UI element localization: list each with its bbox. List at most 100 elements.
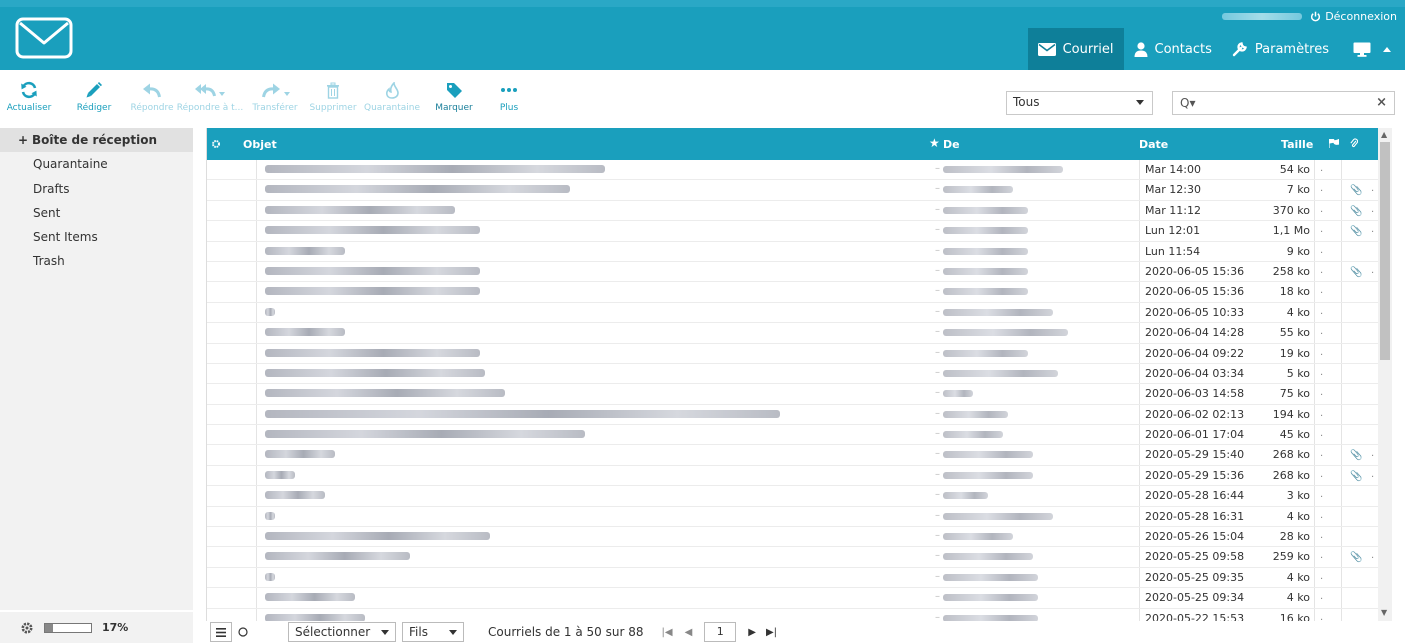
- row-select-cell[interactable]: [207, 567, 257, 588]
- threads-dropdown[interactable]: Fils: [402, 622, 464, 642]
- table-row[interactable]: – 2020-06-05 10:33 4 ko.: [207, 302, 1378, 324]
- row-select-cell[interactable]: [207, 486, 257, 506]
- table-row[interactable]: – 2020-05-29 15:36 268 ko. 📎.: [207, 465, 1378, 487]
- folder-trash[interactable]: Trash: [0, 249, 193, 273]
- table-row[interactable]: – Lun 12:01 1,1 Mo. 📎.: [207, 221, 1378, 242]
- table-row[interactable]: – 2020-06-05 15:36 258 ko. 📎.: [207, 261, 1378, 283]
- nav-courriel[interactable]: Courriel: [1027, 28, 1124, 70]
- row-flag-cell[interactable]: [1314, 425, 1342, 445]
- row-select-cell[interactable]: [207, 384, 257, 404]
- row-flag-cell[interactable]: [1314, 384, 1342, 404]
- table-row[interactable]: – 2020-06-03 14:58 75 ko.: [207, 384, 1378, 405]
- row-select-cell[interactable]: [207, 343, 257, 363]
- table-row[interactable]: – 2020-06-04 03:34 5 ko.: [207, 363, 1378, 385]
- row-select-cell[interactable]: [207, 241, 257, 261]
- row-flag-cell[interactable]: [1314, 486, 1342, 506]
- table-row[interactable]: – Mar 12:30 7 ko. 📎.: [207, 180, 1378, 201]
- row-select-cell[interactable]: [207, 261, 257, 282]
- table-row[interactable]: – 2020-06-04 09:22 19 ko.: [207, 343, 1378, 364]
- nav-display-menu[interactable]: [1339, 28, 1405, 70]
- refresh-button[interactable]: Actualiser: [4, 78, 54, 122]
- scroll-thumb[interactable]: [1380, 142, 1390, 360]
- table-row[interactable]: – 2020-05-25 09:34 4 ko.: [207, 588, 1378, 609]
- folder-sent[interactable]: Sent: [0, 201, 193, 225]
- row-flag-cell[interactable]: [1314, 527, 1342, 547]
- scroll-up-icon[interactable]: ▲: [1381, 130, 1387, 139]
- page-number-input[interactable]: 1: [704, 622, 737, 642]
- row-flag-cell[interactable]: [1314, 567, 1342, 588]
- row-flag-cell[interactable]: [1314, 363, 1342, 384]
- more-button[interactable]: Plus: [492, 78, 526, 122]
- row-select-cell[interactable]: [207, 200, 257, 221]
- row-select-cell[interactable]: [207, 608, 257, 621]
- nav-parametres[interactable]: Paramètres: [1222, 28, 1339, 70]
- scroll-down-icon[interactable]: ▼: [1381, 608, 1387, 617]
- row-flag-cell[interactable]: [1314, 221, 1342, 241]
- row-select-cell[interactable]: [207, 445, 257, 465]
- row-flag-cell[interactable]: [1314, 404, 1342, 425]
- mark-button[interactable]: Marquer: [430, 78, 478, 122]
- row-flag-cell[interactable]: [1314, 200, 1342, 221]
- delete-button[interactable]: Supprimer: [308, 78, 358, 122]
- table-row[interactable]: – 2020-05-22 15:53 16 ko.: [207, 608, 1378, 621]
- first-page-icon[interactable]: |◀: [662, 627, 673, 638]
- row-flag-cell[interactable]: [1314, 180, 1342, 200]
- folder-inbox[interactable]: + Boîte de réception: [0, 128, 193, 153]
- folder-drafts[interactable]: Drafts: [0, 177, 193, 201]
- column-date[interactable]: Date: [1139, 138, 1168, 151]
- mail-logo-icon[interactable]: [15, 17, 73, 59]
- row-select-cell[interactable]: [207, 547, 257, 567]
- table-row[interactable]: – 2020-06-04 14:28 55 ko.: [207, 323, 1378, 344]
- table-row[interactable]: – 2020-05-25 09:58 259 ko. 📎.: [207, 547, 1378, 568]
- reply-button[interactable]: Répondre: [128, 78, 176, 122]
- folder-sent-items[interactable]: Sent Items: [0, 225, 193, 249]
- row-select-cell[interactable]: [207, 425, 257, 445]
- table-row[interactable]: – 2020-06-01 17:04 45 ko.: [207, 425, 1378, 446]
- list-options-gear-icon[interactable]: [211, 139, 221, 149]
- select-dropdown[interactable]: Sélectionner: [288, 622, 396, 642]
- row-flag-cell[interactable]: [1314, 588, 1342, 608]
- filter-select[interactable]: Tous: [1006, 91, 1153, 115]
- nav-contacts[interactable]: Contacts: [1124, 28, 1222, 70]
- row-flag-cell[interactable]: [1314, 506, 1342, 527]
- row-select-cell[interactable]: [207, 506, 257, 527]
- row-select-cell[interactable]: [207, 404, 257, 425]
- column-size[interactable]: Taille: [1281, 138, 1313, 151]
- table-row[interactable]: – 2020-05-28 16:44 3 ko.: [207, 486, 1378, 507]
- table-row[interactable]: – Mar 11:12 370 ko. 📎.: [207, 200, 1378, 222]
- logout-button[interactable]: Déconnexion: [1310, 10, 1397, 23]
- row-select-cell[interactable]: [207, 302, 257, 323]
- table-row[interactable]: – 2020-05-28 16:31 4 ko.: [207, 506, 1378, 528]
- row-select-cell[interactable]: [207, 588, 257, 608]
- prev-page-icon[interactable]: ◀: [685, 627, 693, 638]
- folder-quarantine[interactable]: Quarantaine: [0, 152, 193, 176]
- message-list-scrollbar[interactable]: ▲ ▼: [1378, 128, 1392, 621]
- gear-icon[interactable]: [20, 621, 34, 635]
- row-flag-cell[interactable]: [1314, 282, 1342, 302]
- row-select-cell[interactable]: [207, 323, 257, 343]
- last-page-icon[interactable]: ▶|: [766, 627, 777, 638]
- next-page-icon[interactable]: ▶: [748, 627, 756, 638]
- row-flag-cell[interactable]: [1314, 261, 1342, 282]
- reply-all-button[interactable]: Répondre à t...: [177, 78, 243, 122]
- row-select-cell[interactable]: [207, 160, 257, 180]
- threads-view-button[interactable]: [232, 627, 254, 637]
- row-flag-cell[interactable]: [1314, 547, 1342, 567]
- table-row[interactable]: – 2020-05-25 09:35 4 ko.: [207, 567, 1378, 589]
- row-flag-cell[interactable]: [1314, 323, 1342, 343]
- row-select-cell[interactable]: [207, 180, 257, 200]
- table-row[interactable]: – 2020-05-29 15:40 268 ko. 📎.: [207, 445, 1378, 466]
- table-row[interactable]: – Mar 14:00 54 ko.: [207, 160, 1378, 181]
- table-row[interactable]: – Lun 11:54 9 ko.: [207, 241, 1378, 262]
- table-row[interactable]: – 2020-06-02 02:13 194 ko.: [207, 404, 1378, 426]
- row-flag-cell[interactable]: [1314, 302, 1342, 323]
- attachment-column-icon[interactable]: [1350, 138, 1358, 149]
- list-view-button[interactable]: [210, 622, 232, 642]
- row-flag-cell[interactable]: [1314, 445, 1342, 465]
- search-input[interactable]: Q▾ ×: [1172, 91, 1395, 115]
- table-row[interactable]: – 2020-06-05 15:36 18 ko.: [207, 282, 1378, 303]
- row-flag-cell[interactable]: [1314, 465, 1342, 486]
- star-column-icon[interactable]: ★: [929, 136, 940, 150]
- table-row[interactable]: – 2020-05-26 15:04 28 ko.: [207, 527, 1378, 548]
- row-flag-cell[interactable]: [1314, 241, 1342, 261]
